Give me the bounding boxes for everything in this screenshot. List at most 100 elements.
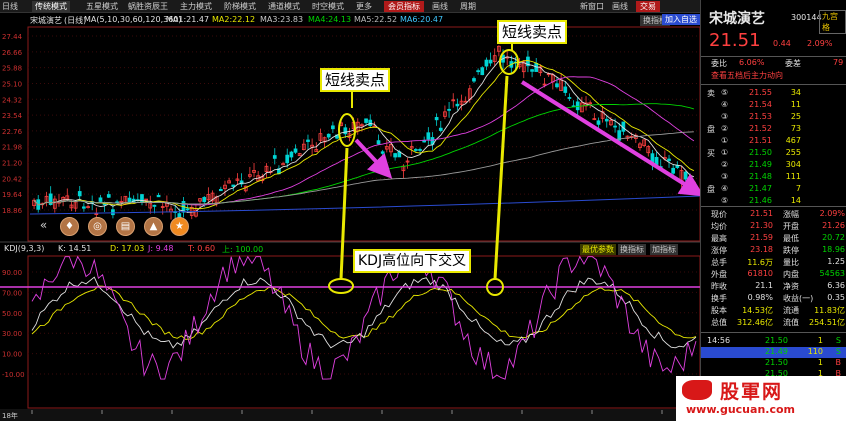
sell-level-row: ④ 21.54 11 — [721, 100, 801, 109]
kdj-tick-label: 90.00 — [2, 269, 22, 277]
price-tick-label: 18.86 — [2, 207, 23, 215]
star-icon[interactable]: ★ — [170, 217, 189, 236]
candle-body — [343, 127, 348, 135]
main-force-link[interactable]: 查看五档后主力动向 — [701, 70, 846, 81]
chart-canvas[interactable]: 27.44 26.66 25.88 25.10 24.32 23.54 22.76 21.98… — [0, 0, 700, 421]
candle-body — [231, 184, 236, 187]
quote-price: 21.51 — [709, 30, 761, 51]
mode-menubar: 日线 传统模式 五星模式 蜗胜资辰王 主力模式 阶梯模式 通道模式 时空模式 更… — [0, 0, 700, 13]
candle-body — [683, 171, 688, 180]
candle-body — [414, 149, 418, 151]
ma30-line — [33, 76, 695, 206]
candle-body — [185, 208, 190, 211]
menu-member-index[interactable]: 会员指标 — [384, 1, 424, 12]
candle-body — [472, 78, 476, 82]
price-tick-label: 25.10 — [2, 80, 22, 88]
stats-row: 最高 21.59 最低 20.72 — [711, 233, 845, 243]
optimal-params-button[interactable]: 最优参数 — [580, 244, 616, 255]
date-axis-bar — [0, 409, 700, 421]
candle-body — [555, 83, 559, 88]
nine-grid-button[interactable]: 九宫格 — [819, 10, 846, 34]
menu-channel[interactable]: 通道模式 — [268, 1, 300, 12]
bell-icon[interactable]: ▲ — [144, 217, 163, 236]
stats-row: 昨收 21.1 净资 6.36 — [711, 281, 845, 291]
add-watchlist-button[interactable]: 加入自选 — [662, 14, 700, 25]
candle-body — [111, 209, 115, 216]
menu-draw[interactable]: 画线 — [432, 1, 448, 12]
buy-level-row: ③ 21.48 111 — [721, 172, 801, 181]
kdj-name: KDJ(9,3,3) — [4, 244, 45, 253]
kdj-t-value: T: 0.60 — [188, 244, 216, 253]
sell-level-row: ① 21.51 467 — [721, 136, 801, 145]
ma4-value: MA4:24.13 — [308, 15, 352, 24]
price-tick-label: 24.32 — [2, 96, 22, 104]
mic-icon[interactable]: ♦ — [60, 217, 79, 236]
candle-body — [306, 139, 310, 142]
candle-body — [98, 197, 103, 202]
menu-draw-2[interactable]: 画线 — [612, 1, 628, 12]
tick-row: 21.49 110 S — [701, 347, 846, 358]
candle-body — [77, 191, 82, 197]
menu-traditional[interactable]: 传统模式 — [32, 1, 70, 12]
candle-body — [567, 97, 572, 99]
candle-body — [476, 70, 480, 73]
price-panel-frame — [27, 26, 700, 242]
stats-row: 总手 11.6万 量比 1.25 — [711, 257, 845, 267]
price-tick-label: 19.64 — [2, 191, 23, 199]
price-tick-label: 21.98 — [2, 144, 22, 152]
candle-body — [289, 151, 294, 158]
buy-level-row: 买 ① 21.50 255 — [707, 148, 801, 158]
menu-period[interactable]: 日线 — [2, 1, 18, 12]
menu-timespace[interactable]: 时空模式 — [312, 1, 344, 12]
menu-new-window[interactable]: 新窗口 — [580, 1, 604, 12]
candle-body — [272, 155, 277, 159]
stats-row: 外盘 61810 内盘 54563 — [711, 269, 845, 279]
menu-trade[interactable]: 交易 — [636, 1, 660, 12]
search-icon[interactable]: ◎ — [88, 217, 107, 236]
kdj-tick-label: 70.00 — [2, 289, 22, 297]
sell-point-label-1: 短线卖点 — [320, 68, 391, 92]
connector-line-1 — [339, 147, 349, 280]
candle-body — [687, 176, 692, 186]
downtrend-arrow-2 — [520, 80, 700, 197]
price-tick-label: 23.54 — [2, 112, 23, 120]
kdj-add-button[interactable]: 加指标 — [650, 244, 678, 255]
stock-name-label: 宋城演艺 — [30, 16, 62, 25]
menu-wosheng[interactable]: 蜗胜资辰王 — [128, 1, 168, 12]
ma3-value: MA3:23.83 — [260, 15, 304, 24]
candle-body — [376, 140, 381, 145]
logo-url: www.gucuan.com — [686, 403, 795, 416]
quote-change: 0.44 — [773, 39, 791, 48]
candle-body — [613, 125, 617, 128]
price-tick-label: 21.20 — [2, 160, 22, 168]
candle-body — [364, 118, 368, 123]
price-tick-label: 22.76 — [2, 128, 23, 136]
menu-ladder[interactable]: 阶梯模式 — [224, 1, 256, 12]
watermark-logo: 股軍网 www.gucuan.com — [676, 376, 846, 421]
kdj-up-value: 上: 100.00 — [222, 245, 264, 254]
candle-body — [488, 59, 493, 64]
candle-body — [596, 120, 601, 125]
chevron-left-icon[interactable]: « — [34, 217, 53, 236]
menu-more[interactable]: 更多 — [356, 1, 372, 12]
candle-body — [671, 167, 676, 174]
quote-change-pct: 2.09% — [807, 39, 833, 48]
price-tick-label: 20.42 — [2, 175, 22, 183]
price-tick-label: 26.66 — [2, 49, 23, 57]
ma6-value: MA6:20.47 — [400, 15, 444, 24]
menu-cycle[interactable]: 周期 — [460, 1, 476, 12]
candle-body — [434, 117, 439, 121]
logo-text: 股軍网 — [720, 381, 784, 403]
kdj-d-value: D: 17.03 — [110, 244, 145, 253]
kdj-switch-button[interactable]: 换指标 — [618, 244, 646, 255]
menu-main-force[interactable]: 主力模式 — [180, 1, 212, 12]
kdj-j-value: J: 9.48 — [148, 244, 174, 253]
menu-five-star[interactable]: 五星模式 — [86, 1, 118, 12]
candle-body — [326, 133, 331, 138]
kdj-j-line — [31, 255, 697, 380]
doc-icon[interactable]: ▤ — [116, 217, 135, 236]
candle-body — [480, 67, 485, 76]
candle-body — [202, 197, 207, 203]
period-label: (日线) — [64, 16, 87, 25]
candle-body — [156, 194, 161, 198]
